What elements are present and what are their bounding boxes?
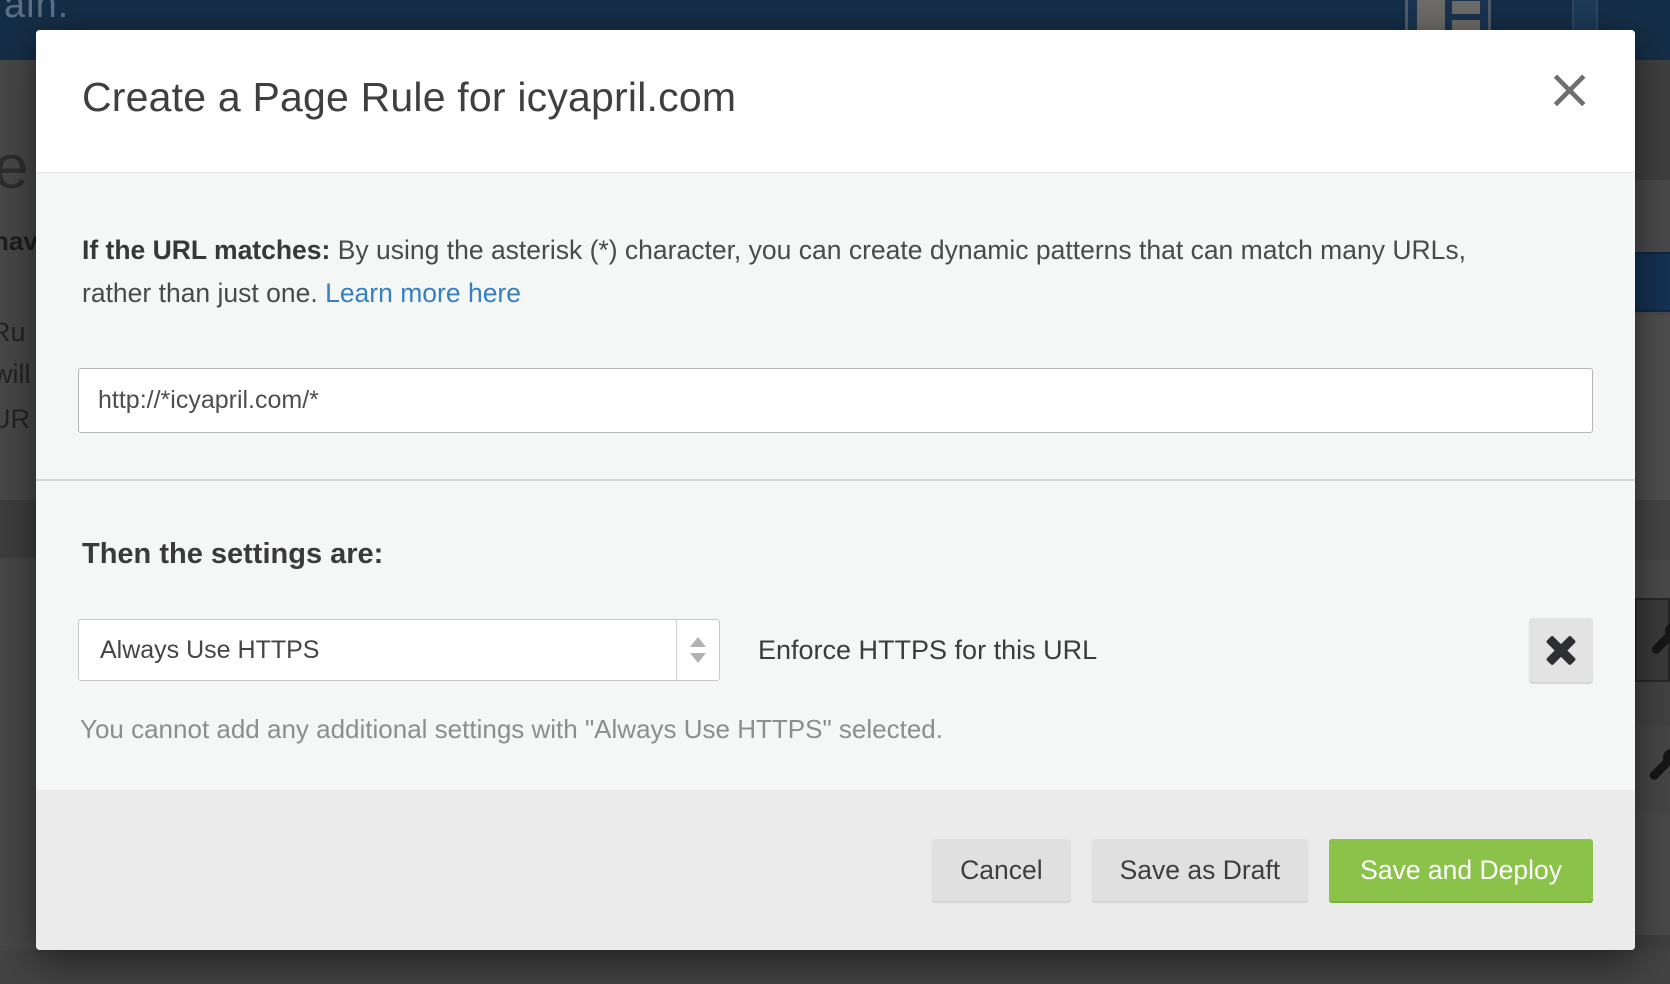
- modal-header: Create a Page Rule for icyapril.com ×: [36, 30, 1635, 173]
- modal-title: Create a Page Rule for icyapril.com: [36, 30, 1635, 121]
- background-text-fragment: Ru: [0, 317, 26, 348]
- background-topbar-text: ain.: [4, 0, 69, 27]
- background-text-fragment: e: [0, 132, 28, 203]
- layout-bars: [1452, 1, 1480, 33]
- create-page-rule-modal: Create a Page Rule for icyapril.com × If…: [36, 30, 1635, 950]
- background-blue-button-edge: [1635, 252, 1670, 312]
- setting-helper-text: You cannot add any additional settings w…: [80, 714, 1589, 745]
- setting-row: Always Use HTTPS Enforce HTTPS for this …: [78, 618, 1593, 682]
- background-text-fragment: will: [0, 359, 31, 390]
- section-divider: [36, 479, 1635, 481]
- url-pattern-input[interactable]: [78, 368, 1593, 433]
- layout-block: [1417, 0, 1445, 34]
- save-as-draft-button[interactable]: Save as Draft: [1092, 839, 1309, 901]
- background-row-box: [1635, 726, 1670, 814]
- wrench-icon: [1647, 622, 1670, 662]
- close-icon[interactable]: ×: [1546, 62, 1593, 118]
- background-bottom-strip: [0, 950, 1670, 984]
- setting-description: Enforce HTTPS for this URL: [758, 635, 1097, 666]
- modal-footer: Cancel Save as Draft Save and Deploy: [36, 790, 1635, 950]
- background-row-box: [1635, 598, 1670, 682]
- save-and-deploy-button[interactable]: Save and Deploy: [1329, 839, 1593, 901]
- up-down-arrows-icon[interactable]: [676, 620, 719, 680]
- settings-heading: Then the settings are:: [82, 538, 1589, 571]
- cancel-button[interactable]: Cancel: [932, 839, 1071, 901]
- setting-select[interactable]: Always Use HTTPS: [78, 619, 720, 681]
- setting-select-value: Always Use HTTPS: [79, 620, 676, 680]
- background-table-band: [0, 500, 36, 558]
- background-right-strip: [1635, 60, 1670, 984]
- wrench-icon: [1645, 748, 1670, 788]
- url-match-description: If the URL matches: By using the asteris…: [82, 229, 1477, 315]
- learn-more-link[interactable]: Learn more here: [325, 278, 521, 308]
- background-text-fragment: UR: [0, 404, 30, 435]
- url-match-label: If the URL matches:: [82, 235, 330, 265]
- background-text-fragment: nav: [0, 226, 38, 257]
- remove-setting-button[interactable]: [1529, 618, 1593, 682]
